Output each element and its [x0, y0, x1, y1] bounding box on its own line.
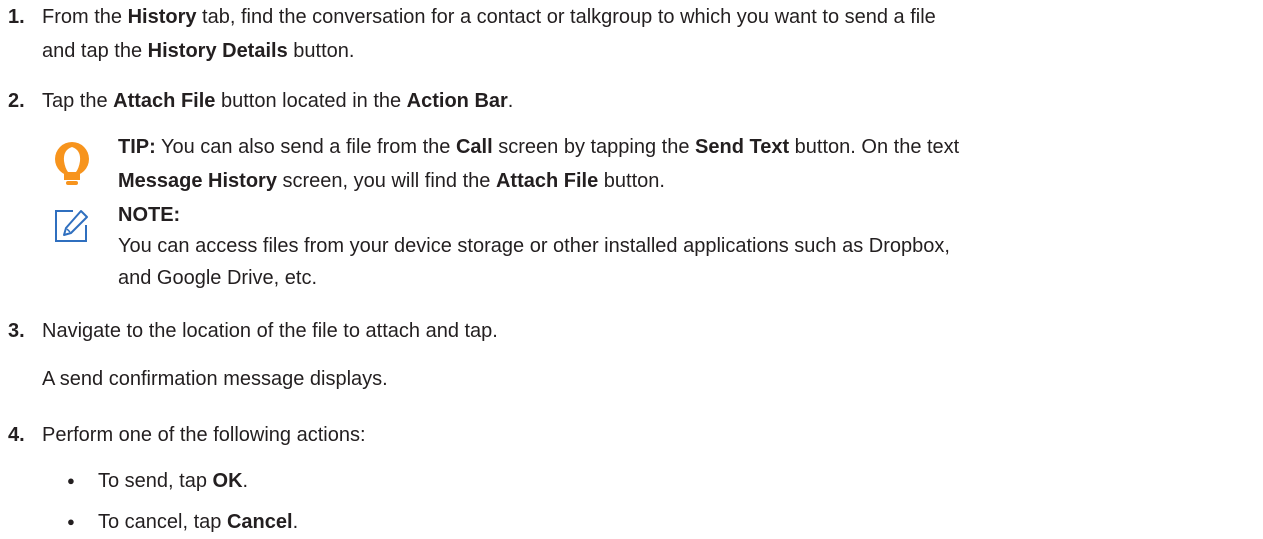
step-4-option-send: To send, tap OK.: [98, 467, 248, 495]
option-text: To send, tap: [98, 470, 213, 492]
step-2-text: button located in the: [215, 90, 407, 112]
tip-text: screen by tapping the: [492, 136, 696, 158]
lightbulb-base: [66, 181, 78, 185]
note-pencil: [63, 210, 88, 236]
attach-file-term: Attach File: [495, 170, 599, 192]
step-2-text: Tap the: [42, 90, 114, 112]
cancel-term: Cancel: [226, 511, 293, 533]
step-4-number: 4.: [8, 424, 25, 446]
tip-text: button.: [598, 170, 665, 192]
step-1-text: tab, find the conversation for a contact…: [196, 6, 936, 28]
step-1-line-2: and tap the History Details button.: [42, 37, 354, 65]
lightbulb-neck: [64, 172, 80, 180]
step-3-number: 3.: [8, 320, 25, 342]
step-1-text: button.: [287, 40, 355, 62]
option-text: .: [242, 470, 249, 492]
history-details-term: History Details: [147, 40, 288, 62]
tip-text: screen, you will find the: [276, 170, 496, 192]
step-3-result: A send confirmation message displays.: [42, 368, 388, 390]
step-1-line-1: From the History tab, find the conversat…: [42, 3, 936, 31]
option-text: To cancel, tap: [98, 511, 227, 533]
tip-label: TIP:: [118, 136, 156, 158]
step-4-line: Perform one of the following actions:: [42, 424, 366, 446]
note-line-2: and Google Drive, etc.: [118, 267, 317, 289]
step-2-text: .: [507, 90, 514, 112]
note-line-1: You can access files from your device st…: [118, 235, 950, 257]
history-tab-term: History: [127, 6, 197, 28]
send-text-term: Send Text: [695, 136, 790, 158]
call-screen-term: Call: [455, 136, 493, 158]
action-bar-term: Action Bar: [406, 90, 508, 112]
option-text: .: [292, 511, 299, 533]
step-1-text: and tap the: [42, 40, 148, 62]
ok-term: OK: [212, 470, 243, 492]
step-2-line: Tap the Attach File button located in th…: [42, 87, 513, 115]
note-label: NOTE:: [118, 204, 181, 226]
bullet-marker: ●: [67, 514, 75, 529]
step-4-option-cancel: To cancel, tap Cancel.: [98, 508, 298, 536]
bullet-marker: ●: [67, 473, 75, 488]
step-3-line: Navigate to the location of the file to …: [42, 320, 498, 342]
tip-line-1: TIP: You can also send a file from the C…: [118, 133, 959, 161]
step-2-number: 2.: [8, 90, 25, 112]
lightbulb-icon: [55, 142, 89, 185]
pencil-note-icon: [55, 210, 88, 242]
attach-file-term: Attach File: [113, 90, 216, 112]
tip-line-2: Message History screen, you will find th…: [118, 167, 665, 195]
tip-text: button. On the text: [789, 136, 960, 158]
message-history-term: Message History: [118, 170, 277, 192]
step-1-text: From the: [42, 6, 128, 28]
tip-text: You can also send a file from the: [155, 136, 456, 158]
step-1-number: 1.: [8, 6, 25, 28]
